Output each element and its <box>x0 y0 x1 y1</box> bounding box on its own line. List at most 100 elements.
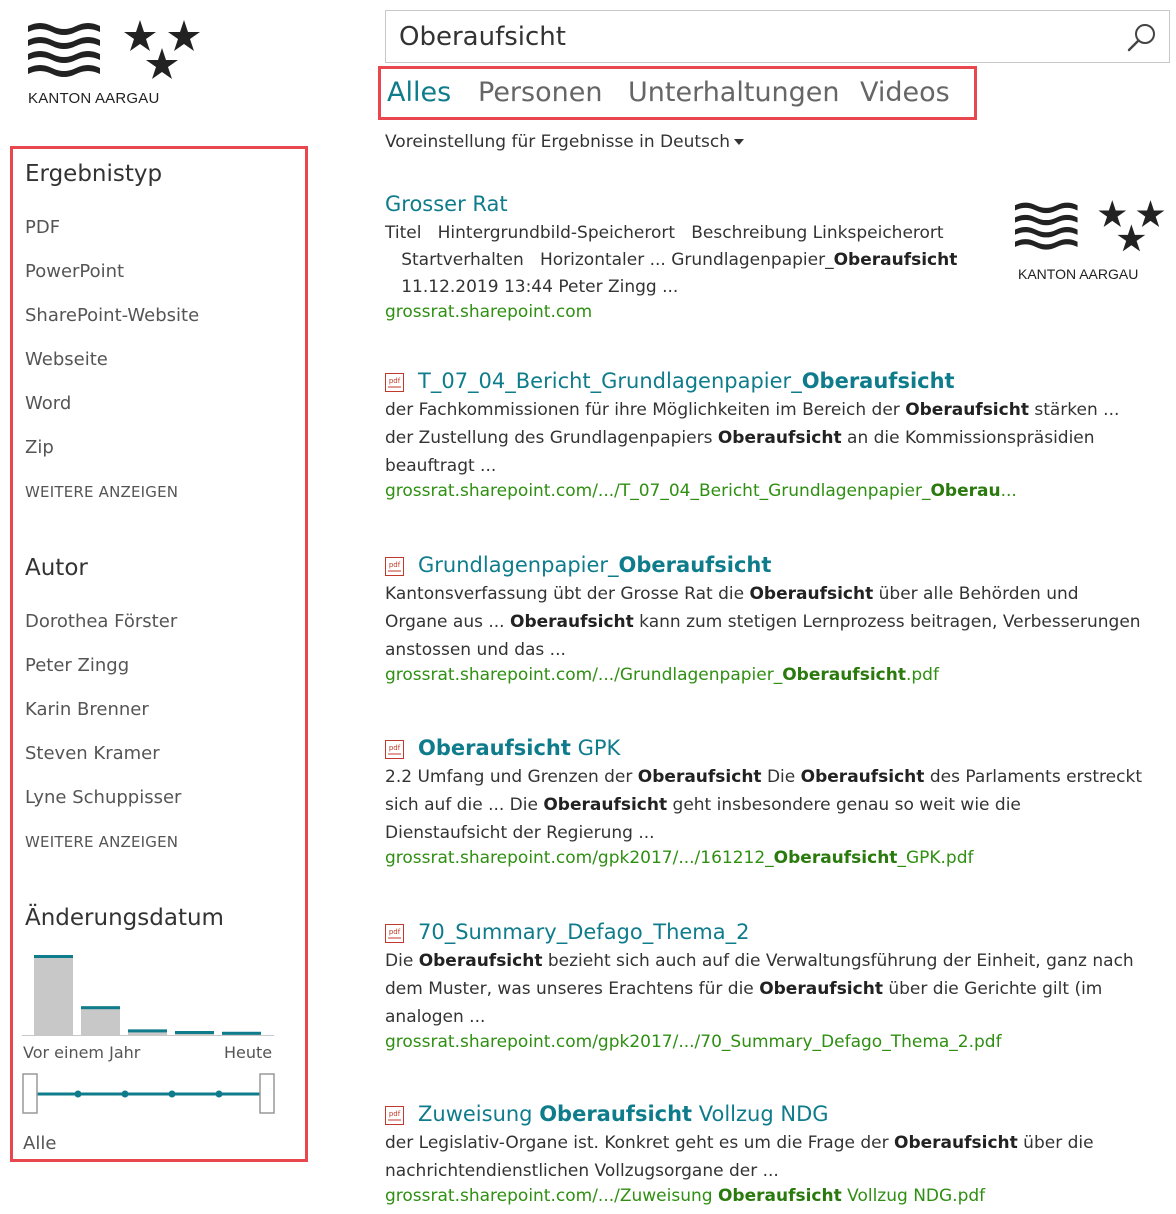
vertical-tabs: Alles Personen Unterhaltungen Videos <box>378 66 977 120</box>
histogram-bar-cap <box>34 955 73 958</box>
refiner-item-webseite[interactable]: Webseite <box>25 349 108 370</box>
refiner-item-powerpoint[interactable]: PowerPoint <box>25 261 124 282</box>
search-icon[interactable] <box>1127 22 1157 52</box>
url-highlight: Oberau <box>930 481 1001 501</box>
slider-tick <box>74 1090 82 1098</box>
svg-text:pdf: pdf <box>389 561 401 569</box>
tab-personen[interactable]: Personen <box>478 77 602 108</box>
result-title-link[interactable]: pdf Grundlagenpapier_ Oberaufsicht <box>385 553 1170 577</box>
summary-highlight: Oberaufsicht <box>637 767 762 787</box>
svg-text:pdf: pdf <box>389 744 401 752</box>
refiner-item-pdf[interactable]: PDF <box>25 217 60 238</box>
result-summary: Die Oberaufsicht bezieht sich auch auf d… <box>385 947 1170 1031</box>
refiner-item-word[interactable]: Word <box>25 393 71 414</box>
result-title-link[interactable]: pdf 70_Summary_Defago_Thema_2 <box>385 920 1170 944</box>
result-url[interactable]: grossrat.sharepoint.com <box>385 302 1005 322</box>
language-preference-label: Voreinstellung für Ergebnisse in Deutsch <box>385 132 731 152</box>
summary-text: 11.12.2019 13:44 Peter Zingg ... <box>385 277 679 297</box>
result-url[interactable]: grossrat.sharepoint.com/.../Grundlagenpa… <box>385 665 1170 685</box>
url-highlight: Oberaufsicht <box>773 848 898 868</box>
tab-alles[interactable]: Alles <box>387 77 451 108</box>
summary-highlight: Oberaufsicht <box>418 951 543 971</box>
summary-text: über alle Behörden und <box>873 584 1079 604</box>
summary-line: der Zustellung des Grundlagenpapiers Obe… <box>385 424 1170 452</box>
pdf-icon: pdf <box>385 372 404 392</box>
result-thumbnail[interactable]: KANTON AARGAU <box>1015 194 1170 289</box>
summary-line: Organe aus ... Oberaufsicht kann zum ste… <box>385 608 1170 636</box>
result-title-link[interactable]: pdf Oberaufsicht GPK <box>385 736 1170 760</box>
summary-line: nachrichtendienstlichen Vollzugsorgane d… <box>385 1157 1170 1185</box>
refiner-author: Autor <box>25 555 88 581</box>
summary-text: Dienstaufsicht der Regierung ... <box>385 823 655 843</box>
show-more-link[interactable]: WEITERE ANZEIGEN <box>25 833 178 851</box>
refiner-item-author[interactable]: Lyne Schuppisser <box>25 787 181 808</box>
tab-videos[interactable]: Videos <box>860 77 950 108</box>
kanton-aargau-logo[interactable]: KANTON AARGAU <box>28 18 208 108</box>
result-title: Grundlagenpapier_ <box>418 553 619 577</box>
url-text: grossrat.sharepoint.com/.../Grundlagenpa… <box>385 665 783 685</box>
url-text: ... <box>1000 481 1017 501</box>
refiner-item-zip[interactable]: Zip <box>25 437 54 458</box>
refiner-item-author[interactable]: Peter Zingg <box>25 655 129 676</box>
result-title-link[interactable]: Grosser Rat <box>385 192 1005 216</box>
slider-handle-right[interactable] <box>259 1073 275 1114</box>
result-url[interactable]: grossrat.sharepoint.com/gpk2017/.../1612… <box>385 848 1170 868</box>
result-title-link[interactable]: pdf T_07_04_Bericht_Grundlagenpapier_ Obe… <box>385 369 1170 393</box>
date-range-end-label: Heute <box>224 1043 273 1062</box>
logo-mark <box>28 20 200 79</box>
result-url[interactable]: grossrat.sharepoint.com/gpk2017/.../70_S… <box>385 1032 1170 1052</box>
refiner-title: Autor <box>25 555 88 581</box>
result-url[interactable]: grossrat.sharepoint.com/.../T_07_04_Beri… <box>385 481 1170 501</box>
search-result: pdf 70_Summary_Defago_Thema_2 Die Oberau… <box>385 920 1170 1052</box>
summary-text: nachrichtendienstlichen Vollzugsorgane d… <box>385 1161 779 1181</box>
chevron-down-icon <box>734 139 745 145</box>
url-text: grossrat.sharepoint.com/gpk2017/.../1612… <box>385 848 774 868</box>
pdf-icon: pdf <box>385 1105 404 1125</box>
summary-line: 11.12.2019 13:44 Peter Zingg ... <box>385 273 1005 301</box>
summary-text: 2.2 Umfang und Grenzen der <box>385 767 638 787</box>
pdf-icon: pdf <box>385 923 404 943</box>
tab-unterhaltungen[interactable]: Unterhaltungen <box>628 77 840 108</box>
refiner-item-author[interactable]: Steven Kramer <box>25 743 160 764</box>
refiner-item-author[interactable]: Karin Brenner <box>25 699 149 720</box>
result-title: GPK <box>570 736 621 760</box>
url-text: grossrat.sharepoint.com/.../T_07_04_Beri… <box>385 481 931 501</box>
url-text: _GPK.pdf <box>897 848 974 868</box>
svg-text:pdf: pdf <box>389 1110 401 1118</box>
refiner-author-list: Dorothea Förster Peter Zingg Karin Brenn… <box>25 611 295 871</box>
summary-text: dem Muster, was unseres Erachtens für di… <box>385 979 760 999</box>
result-summary: Kantonsverfassung übt der Grosse Rat die… <box>385 580 1170 664</box>
summary-text: der Legislativ-Organe ist. Konkret geht … <box>385 1133 894 1153</box>
show-more-link[interactable]: WEITERE ANZEIGEN <box>25 483 178 501</box>
result-title: Grosser Rat <box>385 192 508 216</box>
refiner-item-sharepoint-website[interactable]: SharePoint-Website <box>25 305 199 326</box>
search-result: pdf Zuweisung Oberaufsicht Vollzug NDG d… <box>385 1102 1170 1206</box>
summary-text: Organe aus ... <box>385 612 510 632</box>
pdf-icon: pdf <box>385 556 404 576</box>
refiner-title: Änderungsdatum <box>25 905 224 931</box>
summary-text: Die <box>385 951 419 971</box>
summary-text: an die Kommissionspräsidien <box>841 428 1095 448</box>
histogram-bar-cap <box>81 1006 120 1010</box>
summary-line: Titel Hintergrundbild-Speicherort Beschr… <box>385 219 1005 247</box>
search-result: Grosser Rat Titel Hintergrundbild-Speich… <box>385 192 1005 322</box>
histogram-bar-cap <box>175 1031 214 1034</box>
search-input[interactable] <box>399 11 1119 62</box>
summary-line: anstossen und das ... <box>385 636 1170 664</box>
summary-line: der Legislativ-Organe ist. Konkret geht … <box>385 1129 1170 1157</box>
result-url[interactable]: grossrat.sharepoint.com/.../Zuweisung Ob… <box>385 1186 1170 1206</box>
search-box <box>385 10 1170 63</box>
summary-text: Startverhalten Horizontaler ... Grundlag… <box>385 250 834 270</box>
slider-handle-left[interactable] <box>22 1073 38 1114</box>
result-title: Vollzug NDG <box>692 1102 829 1126</box>
summary-text: über die Gerichte gilt (im <box>882 979 1103 999</box>
summary-text: stärken ... <box>1028 400 1120 420</box>
summary-text: sich auf die ... Die <box>385 795 544 815</box>
result-title-link[interactable]: pdf Zuweisung Oberaufsicht Vollzug NDG <box>385 1102 1170 1126</box>
summary-text: bezieht sich auch auf die Verwaltungsfüh… <box>542 951 1134 971</box>
refiner-item-author[interactable]: Dorothea Förster <box>25 611 177 632</box>
language-preference[interactable]: Voreinstellung für Ergebnisse in Deutsch <box>385 132 745 152</box>
result-summary: 2.2 Umfang und Grenzen der Oberaufsicht … <box>385 763 1170 847</box>
result-title: Zuweisung <box>418 1102 540 1126</box>
date-range-slider[interactable] <box>22 1073 276 1115</box>
